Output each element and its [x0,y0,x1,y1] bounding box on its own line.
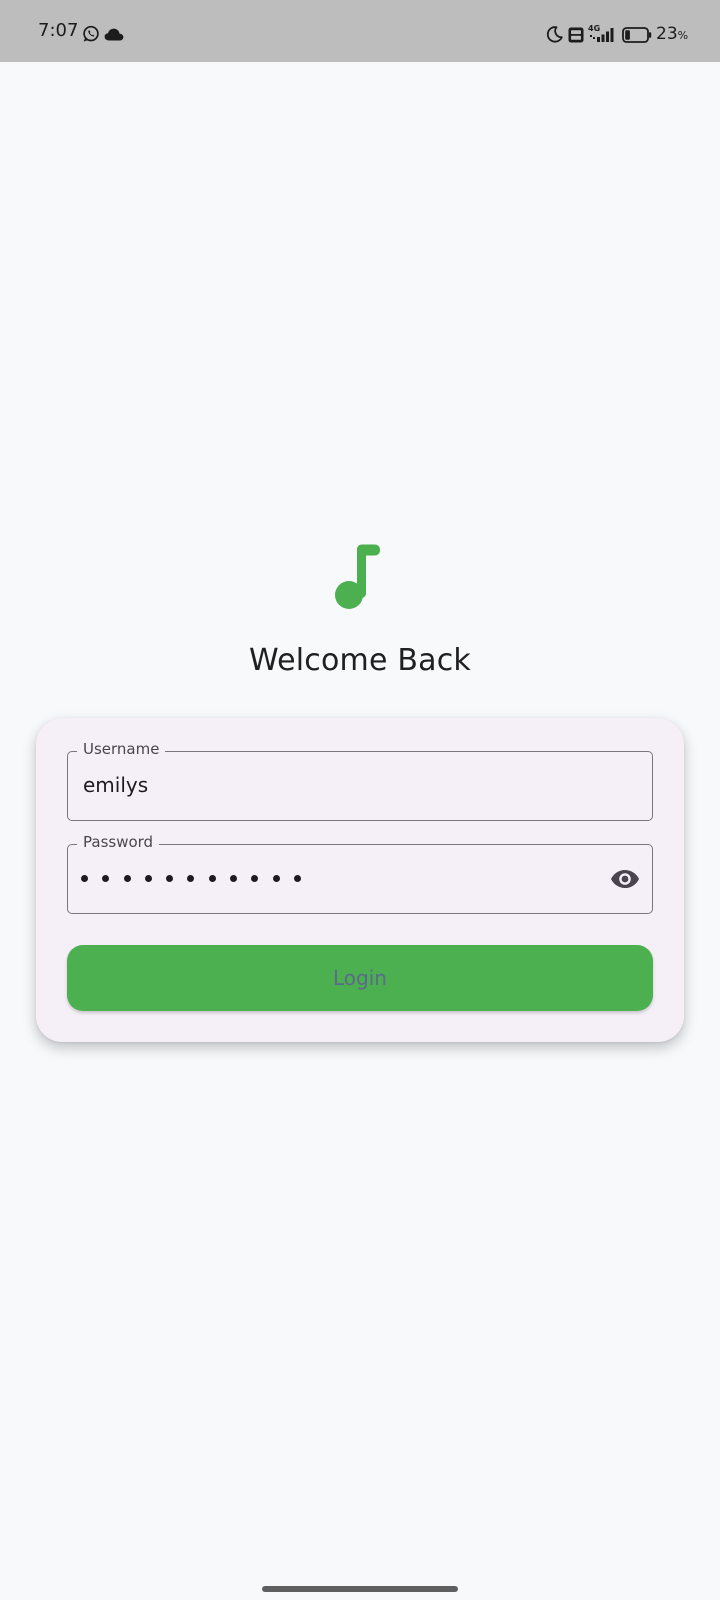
username-input[interactable]: emilys [83,771,148,799]
battery-percent: 23% [656,24,688,46]
login-button[interactable]: Login [67,945,653,1011]
password-mask-dot [272,874,280,882]
password-mask-dot [144,874,152,882]
status-time: 7:07 [38,20,79,41]
password-mask-dot [187,874,195,882]
music-note-icon [335,544,380,609]
username-label: Username [77,739,166,759]
username-field[interactable]: Username emilys [67,739,653,821]
password-label: Password [77,832,160,852]
signal-icon: 4G [588,24,614,42]
page-title: Welcome Back [249,643,471,678]
battery-percent-value: 23 [656,24,678,44]
password-mask-dot [293,874,301,882]
moon-icon [546,26,563,43]
login-button-label: Login [333,966,387,990]
password-field[interactable]: Password [67,832,653,914]
password-mask-dot [123,874,131,882]
battery-icon [622,27,652,43]
cloud-icon [104,28,124,41]
password-mask-dot [251,874,259,882]
password-mask-dot [81,874,88,882]
whatsapp-icon [83,25,99,42]
battery-percent-sign: % [677,29,689,42]
status-bar: 7:07 4G 23% [0,0,720,62]
password-input[interactable] [81,864,315,892]
password-mask-dot [230,874,238,882]
svg-text:4G: 4G [588,24,600,33]
password-mask-dot [102,874,110,882]
eye-icon[interactable] [610,868,640,890]
battery-level-fill [625,30,630,40]
volte-icon [568,27,584,43]
login-card: Username emilys Password Login [36,718,684,1042]
password-mask-dot [208,874,216,882]
navigation-gesture-bar[interactable] [262,1586,458,1592]
username-field-outline [67,751,653,821]
password-mask-dot [166,874,174,882]
